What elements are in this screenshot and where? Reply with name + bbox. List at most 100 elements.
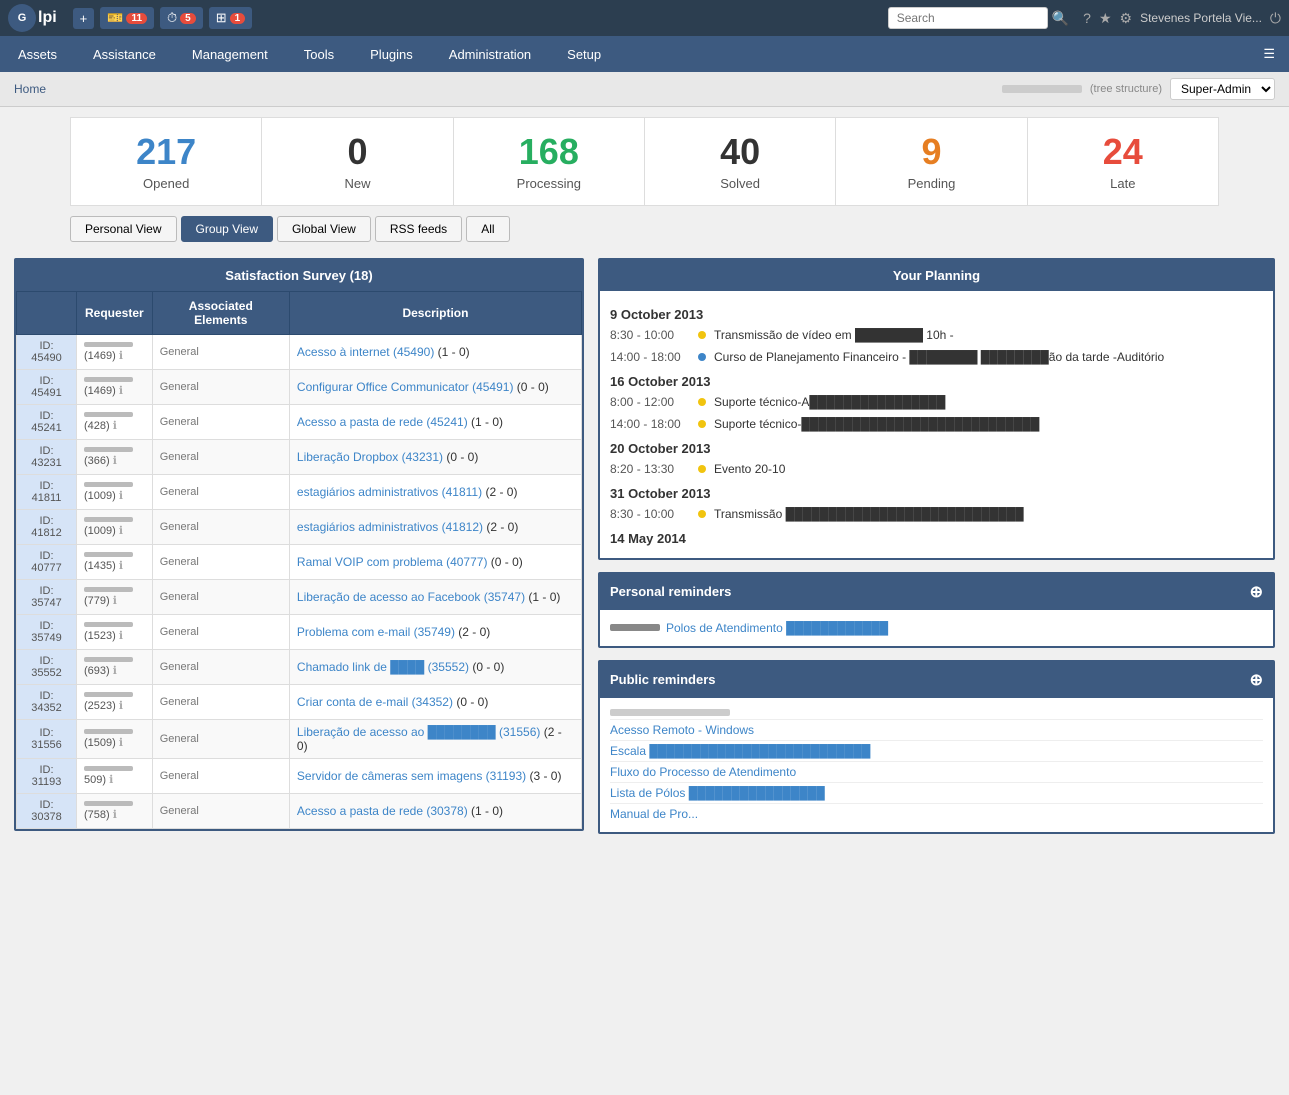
reminder-link[interactable]: Manual de Pro... (610, 807, 698, 821)
plus-icon: + (80, 11, 88, 26)
add-button[interactable]: + (73, 8, 95, 29)
stat-pending[interactable]: 9 Pending (836, 118, 1027, 205)
table-row: ID:41812 (1009) ℹGeneralestagiários admi… (17, 509, 582, 544)
desc-link[interactable]: Acesso à internet (45490) (297, 345, 434, 359)
clock-button[interactable]: ⏱ 5 (160, 7, 203, 29)
user-name[interactable]: Stevenes Portela Vie... (1140, 11, 1262, 25)
search-input[interactable] (888, 7, 1048, 29)
stat-opened-number: 217 (81, 132, 251, 172)
settings-icon[interactable]: ⚙ (1120, 10, 1133, 27)
event-text[interactable]: Curso de Planejamento Financeiro - █████… (714, 350, 1263, 364)
top-bar: G lpi + 🎫 11 ⏱ 5 ⊞ 1 🔍 ? ★ ⚙ Stevenes Po… (0, 0, 1289, 36)
tab-personal-view[interactable]: Personal View (70, 216, 177, 242)
stat-solved[interactable]: 40 Solved (645, 118, 836, 205)
row-id: ID:45241 (17, 404, 77, 439)
desc-link[interactable]: Liberação de acesso ao ████████ (31556) (297, 725, 540, 739)
row-requester: (366) ℹ (77, 439, 153, 474)
breadcrumb-bar: Home (tree structure) Super-Admin (0, 72, 1289, 107)
event-time: 8:00 - 12:00 (610, 395, 690, 409)
row-requester: (1469) ℹ (77, 369, 153, 404)
planning-event: 8:00 - 12:00 Suporte técnico-A███████████… (610, 393, 1263, 411)
stat-late[interactable]: 24 Late (1028, 118, 1218, 205)
home-link[interactable]: Home (14, 82, 46, 96)
clock-badge: 5 (180, 13, 196, 24)
planning-date: 9 October 2013 (610, 307, 1263, 322)
power-icon[interactable]: ⏻ (1270, 10, 1281, 27)
reminder-link[interactable]: Polos de Atendimento ████████████ (666, 621, 888, 635)
event-text[interactable]: Transmissão ████████████████████████████ (714, 507, 1263, 521)
nav-assets[interactable]: Assets (0, 37, 75, 72)
event-text[interactable]: Suporte técnico-A████████████████ (714, 395, 1263, 409)
desc-link[interactable]: estagiários administrativos (41811) (297, 485, 482, 499)
favorite-icon[interactable]: ★ (1099, 10, 1112, 27)
row-description: Chamado link de ████ (35552) (0 - 0) (289, 649, 581, 684)
tab-global-view[interactable]: Global View (277, 216, 371, 242)
nav-plugins[interactable]: Plugins (352, 37, 431, 72)
hamburger-icon[interactable]: ☰ (1249, 36, 1289, 72)
tab-rss-feeds[interactable]: RSS feeds (375, 216, 462, 242)
reminder-link[interactable]: Escala ██████████████████████████ (610, 744, 870, 758)
row-associated: General (152, 579, 289, 614)
public-reminder-item: Acesso Remoto - Windows (610, 720, 1263, 741)
tab-all[interactable]: All (466, 216, 509, 242)
survey-header: Satisfaction Survey (18) (16, 260, 582, 291)
desc-link[interactable]: Liberação de acesso ao Facebook (35747) (297, 590, 525, 604)
row-associated: General (152, 404, 289, 439)
desc-link[interactable]: Ramal VOIP com problema (40777) (297, 555, 488, 569)
nav-management[interactable]: Management (174, 37, 286, 72)
grid-button[interactable]: ⊞ 1 (209, 7, 252, 29)
desc-link[interactable]: Acesso a pasta de rede (45241) (297, 415, 468, 429)
desc-link[interactable]: estagiários administrativos (41812) (297, 520, 483, 534)
reminder-link[interactable]: Acesso Remoto - Windows (610, 723, 754, 737)
event-time: 8:20 - 13:30 (610, 462, 690, 476)
desc-link[interactable]: Acesso a pasta de rede (30378) (297, 804, 468, 818)
row-requester: (758) ℹ (77, 793, 153, 828)
breadcrumb[interactable]: Home (14, 82, 46, 96)
planning-event: 8:30 - 10:00Transmissão de vídeo em ████… (610, 326, 1263, 344)
main-nav: Assets Assistance Management Tools Plugi… (0, 36, 1289, 72)
logo[interactable]: G lpi (8, 4, 57, 32)
nav-setup[interactable]: Setup (549, 37, 619, 72)
stat-new[interactable]: 0 New (262, 118, 453, 205)
clock-icon: ⏱ (167, 10, 177, 26)
desc-link[interactable]: Problema com e-mail (35749) (297, 625, 455, 639)
desc-link[interactable]: Servidor de câmeras sem imagens (31193) (297, 769, 526, 783)
help-icon[interactable]: ? (1083, 10, 1091, 26)
row-description: estagiários administrativos (41812) (2 -… (289, 509, 581, 544)
profile-select[interactable]: Super-Admin (1170, 78, 1275, 100)
table-row: ID:40777 (1435) ℹGeneralRamal VOIP com p… (17, 544, 582, 579)
planning-date: 31 October 2013 (610, 486, 1263, 501)
survey-table-container: Satisfaction Survey (18) Requester Assoc… (14, 258, 584, 831)
desc-link[interactable]: Liberação Dropbox (43231) (297, 450, 443, 464)
event-text[interactable]: Transmissão de vídeo em ████████ 10h - (714, 328, 1263, 342)
desc-link[interactable]: Chamado link de ████ (35552) (297, 660, 469, 674)
public-reminders-add-icon[interactable]: ⊕ (1250, 670, 1263, 690)
survey-table: Requester Associated Elements Descriptio… (16, 291, 582, 829)
event-dot-yellow (698, 465, 706, 473)
stat-opened[interactable]: 217 Opened (71, 118, 262, 205)
public-reminder-item: Lista de Pólos ████████████████ (610, 783, 1263, 804)
public-reminder-item: Fluxo do Processo de Atendimento (610, 762, 1263, 783)
reminder-link[interactable]: Fluxo do Processo de Atendimento (610, 765, 796, 779)
stat-solved-number: 40 (655, 132, 825, 172)
grid-badge: 1 (230, 13, 246, 24)
row-requester: (1469) ℹ (77, 334, 153, 369)
nav-tools[interactable]: Tools (286, 37, 352, 72)
nav-administration[interactable]: Administration (431, 37, 549, 72)
row-requester: (779) ℹ (77, 579, 153, 614)
reminder-link[interactable]: Lista de Pólos ████████████████ (610, 786, 825, 800)
desc-link[interactable]: Criar conta de e-mail (34352) (297, 695, 453, 709)
stat-processing[interactable]: 168 Processing (454, 118, 645, 205)
personal-reminders-add-icon[interactable]: ⊕ (1250, 582, 1263, 602)
tab-group-view[interactable]: Group View (181, 216, 273, 242)
event-text[interactable]: Suporte técnico-████████████████████████… (714, 417, 1263, 431)
planning-date: 20 October 2013 (610, 441, 1263, 456)
desc-link[interactable]: Configurar Office Communicator (45491) (297, 380, 514, 394)
row-requester: (1509) ℹ (77, 719, 153, 758)
search-button[interactable]: 🔍 (1052, 10, 1069, 27)
event-text[interactable]: Evento 20-10 (714, 462, 1263, 476)
nav-assistance[interactable]: Assistance (75, 37, 174, 72)
tickets-button[interactable]: 🎫 11 (100, 7, 154, 29)
event-dot-blue (698, 353, 706, 361)
table-row: ID:30378 (758) ℹGeneralAcesso a pasta de… (17, 793, 582, 828)
